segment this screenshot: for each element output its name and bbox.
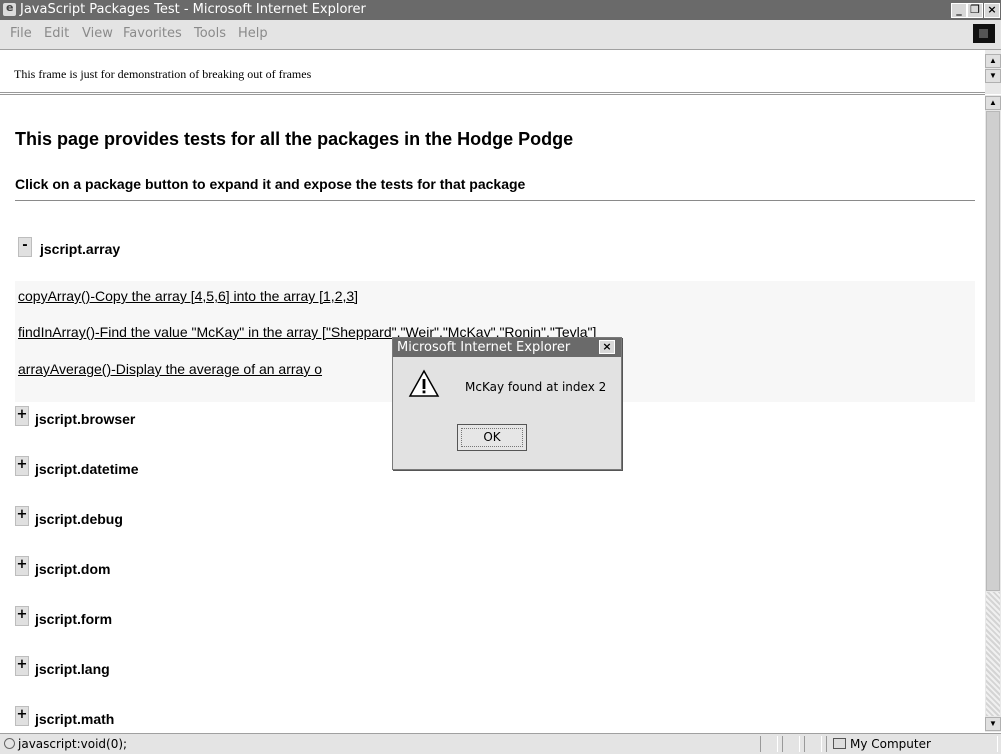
divider xyxy=(15,200,975,201)
top-frame-text: This frame is just for demonstration of … xyxy=(14,67,312,81)
menu-file[interactable]: File xyxy=(10,26,32,41)
status-text: javascript:void(0); xyxy=(18,737,128,751)
computer-icon xyxy=(833,738,846,749)
page-subtitle: Click on a package button to expand it a… xyxy=(15,176,526,192)
dialog-title-bar: Microsoft Internet Explorer xyxy=(393,338,621,357)
expand-button[interactable]: + xyxy=(15,406,29,426)
page-icon xyxy=(4,738,15,749)
top-frame-scrollbar[interactable]: ▲ ▼ xyxy=(985,50,1001,94)
status-cell xyxy=(804,736,822,752)
scroll-up-icon[interactable]: ▲ xyxy=(985,96,1001,110)
test-link-copyarray[interactable]: copyArray()-Copy the array [4,5,6] into … xyxy=(18,288,358,304)
scroll-down-icon[interactable]: ▼ xyxy=(985,717,1001,731)
main-scrollbar[interactable]: ▲ ▼ xyxy=(985,95,1001,732)
dialog-close-button[interactable]: × xyxy=(599,340,615,354)
ok-button[interactable]: OK xyxy=(457,424,527,451)
security-zone: My Computer xyxy=(850,737,931,751)
scrollbar-track[interactable] xyxy=(986,592,1000,716)
scroll-up-icon[interactable]: ▲ xyxy=(985,54,1001,68)
menu-edit[interactable]: Edit xyxy=(44,26,69,41)
windows-logo-icon xyxy=(973,24,995,43)
package-label: jscript.form xyxy=(35,611,113,627)
dialog-title: Microsoft Internet Explorer xyxy=(397,340,571,355)
package-label: jscript.debug xyxy=(35,511,123,527)
menu-favorites[interactable]: Favorites xyxy=(123,26,182,41)
package-label: jscript.datetime xyxy=(35,461,139,477)
ie-icon[interactable] xyxy=(3,1,16,16)
scrollbar-thumb[interactable] xyxy=(986,111,1000,591)
dialog-message: McKay found at index 2 xyxy=(465,380,607,394)
title-bar: JavaScript Packages Test - Microsoft Int… xyxy=(0,0,1001,20)
expand-button[interactable]: + xyxy=(15,456,29,476)
package-label: jscript.array xyxy=(40,241,121,257)
window-title: JavaScript Packages Test - Microsoft Int… xyxy=(20,2,366,17)
status-cell xyxy=(782,736,800,752)
expand-button[interactable]: + xyxy=(15,556,29,576)
package-label: jscript.lang xyxy=(35,661,110,677)
menu-help[interactable]: Help xyxy=(238,26,268,41)
top-frame: This frame is just for demonstration of … xyxy=(0,50,985,95)
status-cell xyxy=(760,736,778,752)
warning-icon xyxy=(408,369,440,397)
expand-button[interactable]: + xyxy=(15,606,29,626)
page-title: This page provides tests for all the pac… xyxy=(15,129,574,149)
menu-bar: File Edit View Favorites Tools Help xyxy=(0,20,1001,50)
maximize-button[interactable]: ❐ xyxy=(967,3,983,18)
menu-view[interactable]: View xyxy=(82,26,113,41)
close-button[interactable]: × xyxy=(984,3,1000,18)
status-bar: javascript:void(0); My Computer xyxy=(0,733,1001,754)
package-label: jscript.dom xyxy=(35,561,111,577)
package-label: jscript.math xyxy=(35,711,115,727)
minimize-button[interactable]: _ xyxy=(951,3,967,18)
expand-button[interactable]: + xyxy=(15,506,29,526)
menu-tools[interactable]: Tools xyxy=(194,26,226,41)
scroll-down-icon[interactable]: ▼ xyxy=(985,69,1001,83)
alert-dialog: Microsoft Internet Explorer × McKay foun… xyxy=(392,337,622,470)
collapse-button[interactable]: - xyxy=(18,237,32,257)
expand-button[interactable]: + xyxy=(15,656,29,676)
test-link-arrayaverage[interactable]: arrayAverage()-Display the average of an… xyxy=(18,361,322,377)
package-label: jscript.browser xyxy=(35,411,136,427)
expand-button[interactable]: + xyxy=(15,706,29,726)
